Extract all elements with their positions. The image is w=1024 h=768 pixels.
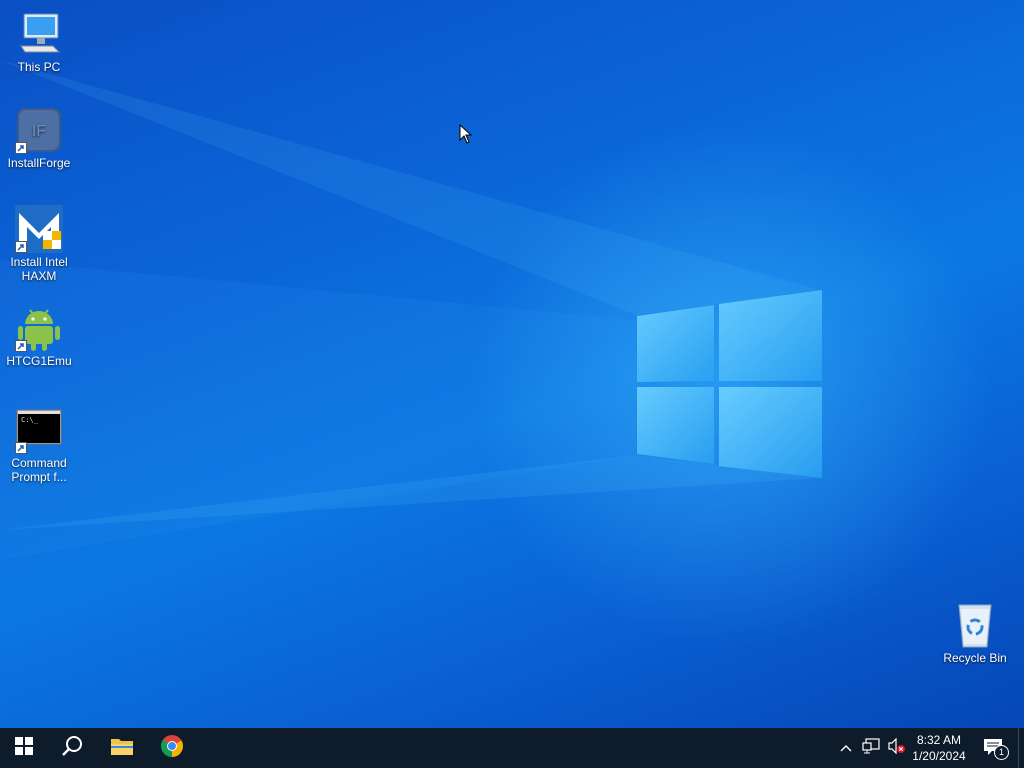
android-icon	[15, 304, 63, 352]
clock-date: 1/20/2024	[912, 749, 966, 763]
file-explorer-button[interactable]	[98, 728, 146, 768]
desktop-icon-label: HTCG1Emu	[6, 354, 72, 368]
desktop-icon-this-pc[interactable]: This PC	[2, 10, 76, 74]
shortcut-arrow-icon	[15, 241, 27, 253]
shortcut-arrow-icon	[15, 442, 27, 454]
desktop-icon-htcg1emu[interactable]: HTCG1Emu	[2, 304, 76, 368]
notification-count-badge: 1	[994, 745, 1009, 760]
action-center-button[interactable]: 1	[978, 728, 1010, 768]
desktop-icon-label: This PC	[17, 60, 61, 74]
show-desktop-button[interactable]	[1018, 728, 1024, 768]
network-button[interactable]	[858, 728, 884, 768]
desktop-icon-label: Command Prompt f...	[11, 456, 67, 484]
show-hidden-icons-button[interactable]	[834, 728, 858, 768]
mouse-cursor-icon	[459, 124, 473, 144]
notification-icon: 1	[983, 738, 1009, 760]
volume-button[interactable]	[884, 728, 908, 768]
desktop-icon-label: InstallForge	[7, 156, 71, 170]
installforge-icon: IF	[15, 106, 63, 154]
desktop-icon-installforge[interactable]: IF InstallForge	[2, 106, 76, 170]
svg-text:C:\_: C:\_	[21, 416, 39, 424]
taskbar: 8:32 AM 1/20/2024 1	[0, 728, 1024, 768]
desktop-icon-label: Install Intel HAXM	[10, 255, 68, 283]
chevron-up-icon	[840, 739, 852, 757]
search-button[interactable]	[48, 728, 96, 768]
recycle-bin-icon	[951, 601, 999, 649]
clock-time: 8:32 AM	[916, 733, 962, 747]
haxm-icon	[15, 205, 63, 253]
wallpaper	[0, 60, 990, 645]
computer-icon	[15, 10, 63, 58]
windows-start-icon	[15, 736, 33, 760]
folder-icon	[110, 736, 134, 761]
chrome-icon	[160, 734, 184, 763]
shortcut-arrow-icon	[15, 142, 27, 154]
desktop[interactable]: This PC IF InstallForge Install Intel HA…	[0, 0, 1024, 728]
volume-muted-icon	[887, 737, 905, 759]
desktop-icon-install-intel-haxm[interactable]: Install Intel HAXM	[2, 205, 76, 283]
windows-logo	[637, 290, 822, 478]
search-icon	[61, 735, 83, 762]
cmd-icon: C:\_	[15, 406, 63, 454]
clock-button[interactable]: 8:32 AM 1/20/2024	[908, 728, 970, 768]
desktop-icon-label: Recycle Bin	[943, 651, 1007, 665]
svg-text:IF: IF	[32, 123, 46, 140]
shortcut-arrow-icon	[15, 340, 27, 352]
desktop-icon-recycle-bin[interactable]: Recycle Bin	[938, 601, 1012, 665]
desktop-icon-command-prompt[interactable]: C:\_ Command Prompt f...	[2, 406, 76, 484]
network-icon	[862, 737, 880, 759]
chrome-button[interactable]	[148, 728, 196, 768]
start-button[interactable]	[0, 728, 48, 768]
